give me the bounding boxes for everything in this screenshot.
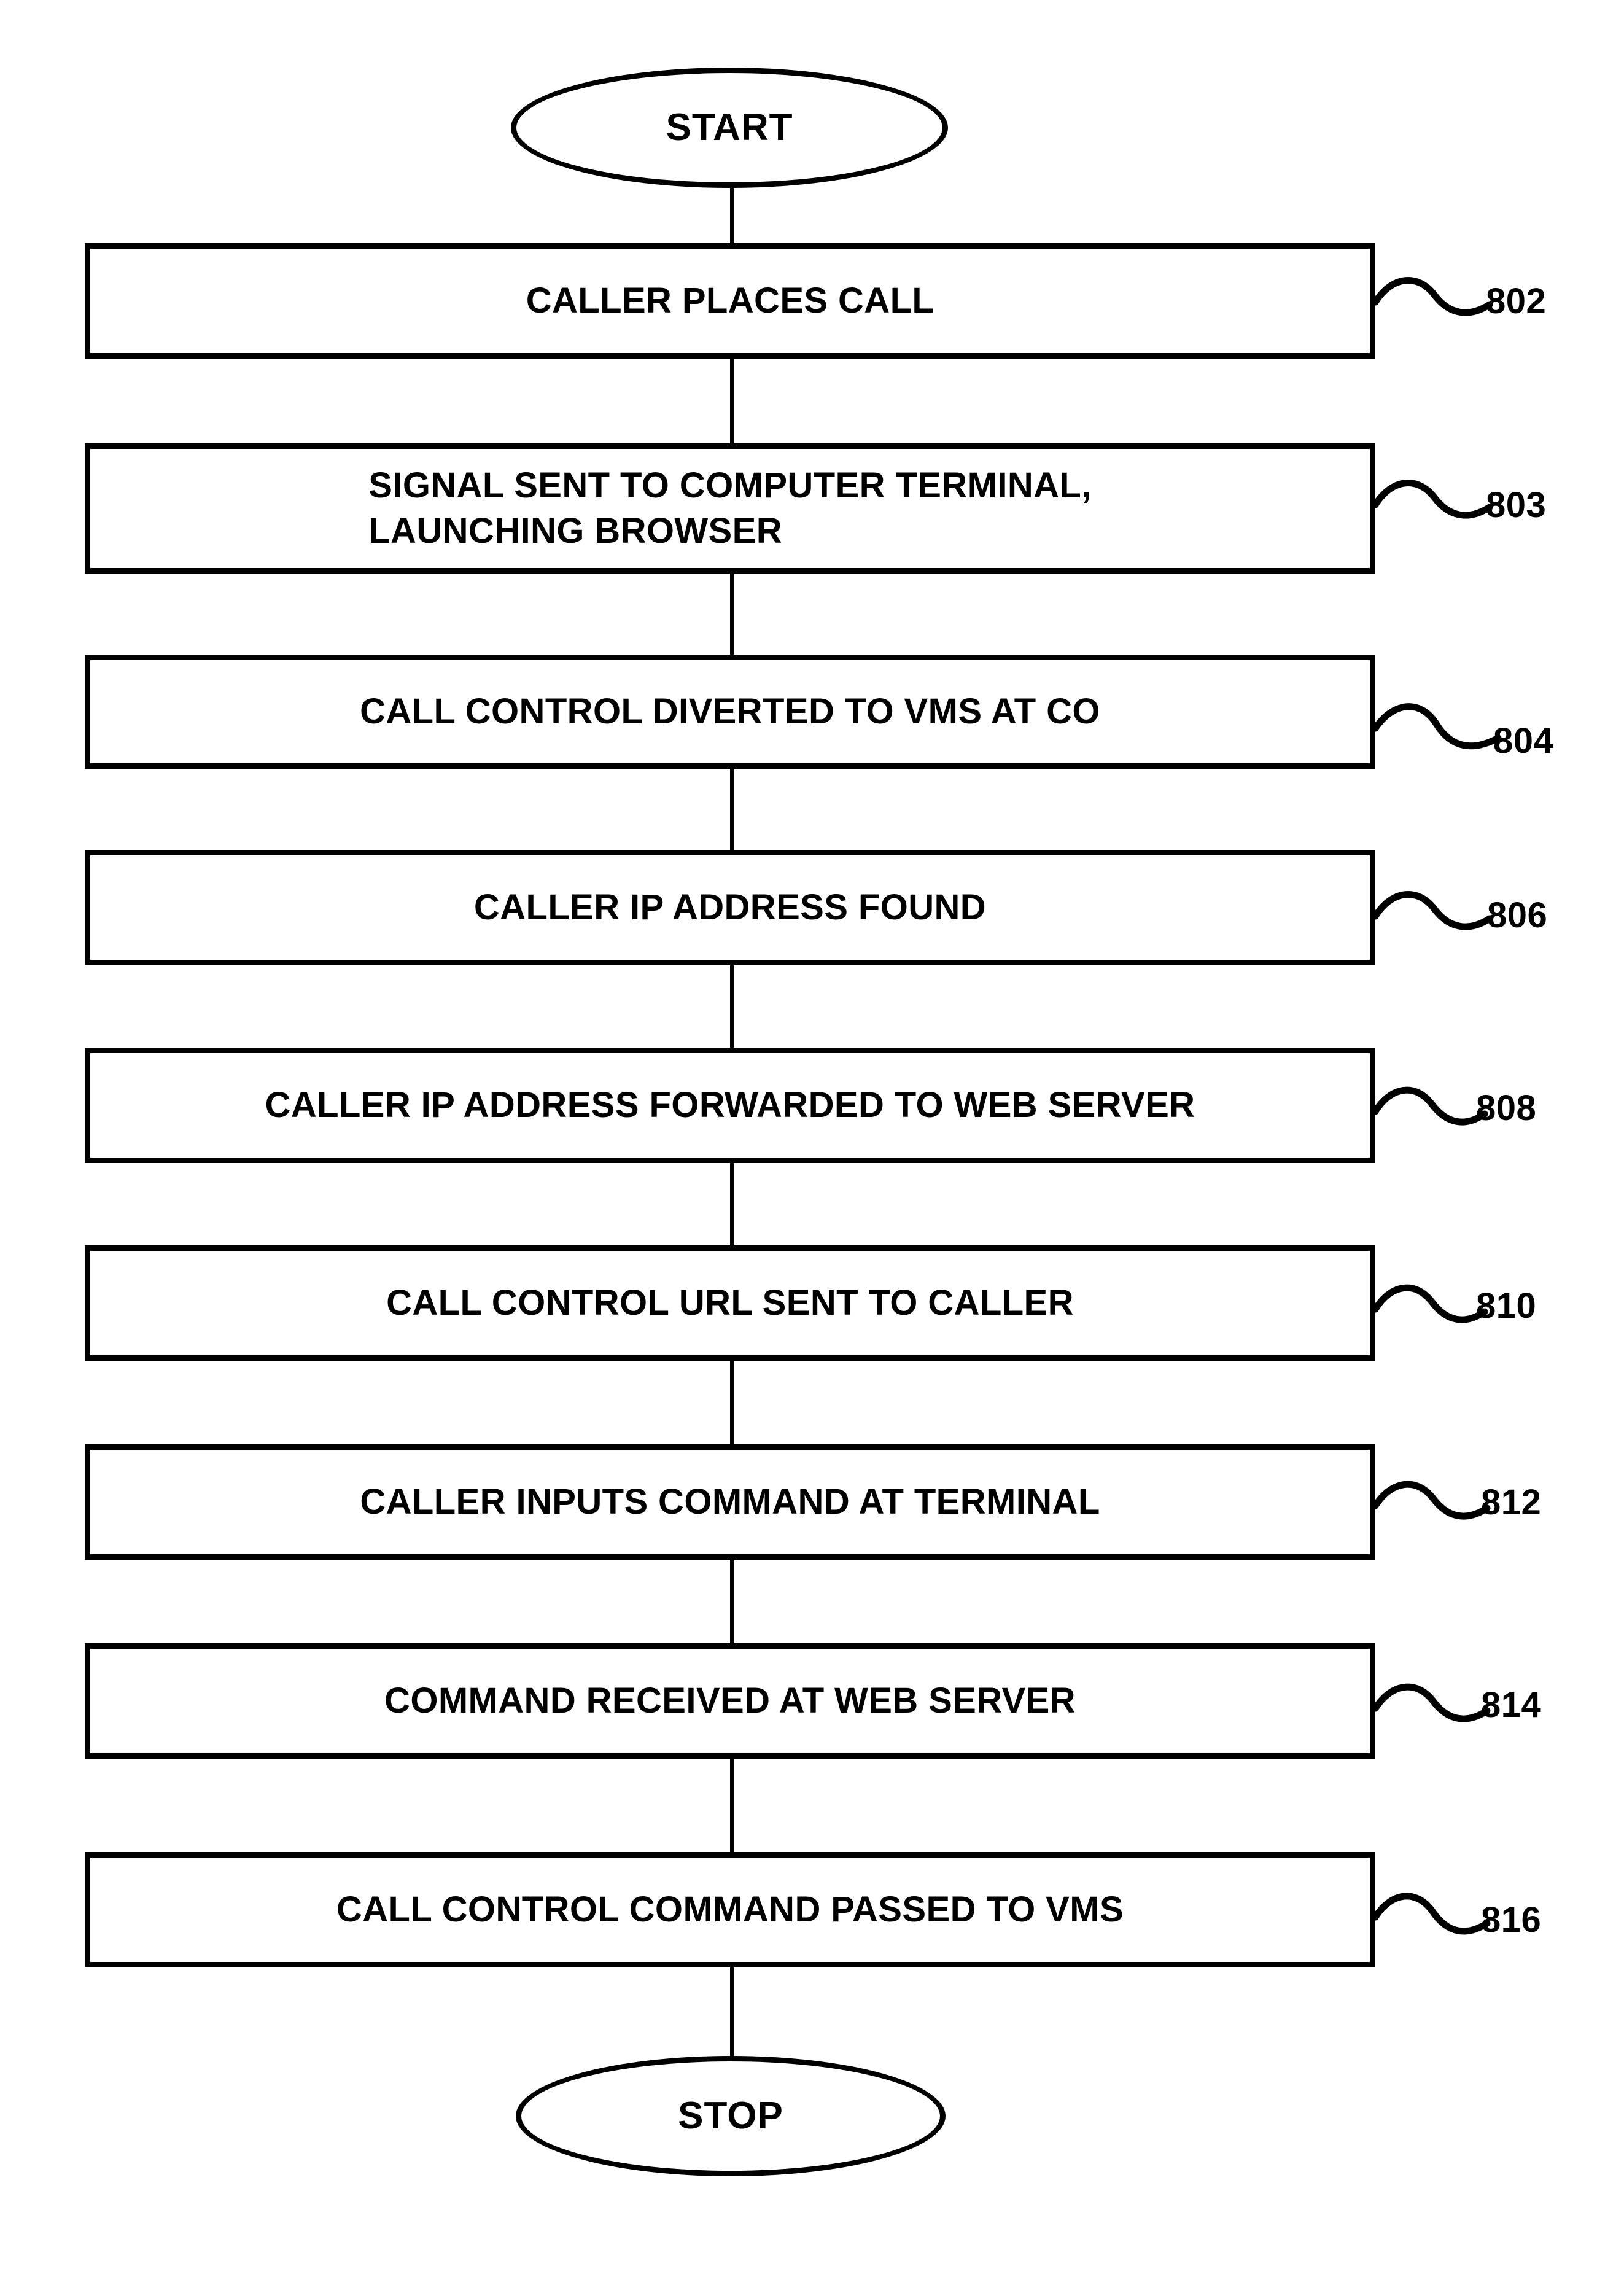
start-terminator-label: START [666, 106, 793, 149]
start-terminator: START [511, 68, 948, 188]
reference-number-804: 804 [1493, 721, 1554, 761]
connector-812-to-814 [730, 1560, 734, 1643]
reference-number-808: 808 [1476, 1088, 1537, 1128]
stop-terminator: STOP [516, 2056, 946, 2176]
reference-number-802: 802 [1486, 281, 1547, 321]
process-box-803: SIGNAL SENT TO COMPUTER TERMINAL, LAUNCH… [85, 443, 1375, 574]
process-box-806-label: CALLER IP ADDRESS FOUND [473, 887, 987, 927]
callout-squiggle-816 [1372, 1893, 1491, 1935]
process-box-814-label: COMMAND RECEIVED AT WEB SERVER [384, 1680, 1076, 1721]
callout-squiggle-812 [1372, 1481, 1491, 1520]
process-box-812: CALLER INPUTS COMMAND AT TERMINAL [85, 1444, 1375, 1560]
process-box-808: CALLER IP ADDRESS FORWARDED TO WEB SERVE… [85, 1048, 1375, 1163]
callout-squiggle-810 [1372, 1284, 1488, 1323]
reference-number-803: 803 [1486, 485, 1547, 525]
process-box-816-label: CALL CONTROL COMMAND PASSED TO VMS [336, 1889, 1124, 1929]
process-box-804: CALL CONTROL DIVERTED TO VMS AT CO [85, 655, 1375, 769]
callout-squiggle-806 [1372, 891, 1493, 930]
callout-squiggle-814 [1372, 1683, 1491, 1722]
reference-number-806: 806 [1487, 895, 1548, 935]
process-box-814: COMMAND RECEIVED AT WEB SERVER [85, 1643, 1375, 1759]
process-box-806: CALLER IP ADDRESS FOUND [85, 850, 1375, 965]
process-box-802: CALLER PLACES CALL [85, 243, 1375, 359]
reference-number-810: 810 [1476, 1286, 1537, 1326]
callout-squiggle-802 [1372, 277, 1493, 316]
reference-number-814: 814 [1481, 1685, 1542, 1725]
connector-806-to-808 [730, 965, 734, 1048]
flowchart-diagram: START CALLER PLACES CALL 802 SIGNAL SENT… [0, 0, 1624, 2269]
connector-start-to-802 [730, 184, 734, 246]
process-box-810: CALL CONTROL URL SENT TO CALLER [85, 1245, 1375, 1361]
connector-808-to-810 [730, 1163, 734, 1245]
callout-squiggle-804 [1372, 703, 1502, 750]
connector-814-to-816 [730, 1759, 734, 1852]
process-box-812-label: CALLER INPUTS COMMAND AT TERMINAL [360, 1481, 1100, 1522]
process-box-808-label: CALLER IP ADDRESS FORWARDED TO WEB SERVE… [265, 1084, 1195, 1125]
connector-804-to-806 [730, 769, 734, 850]
reference-number-812: 812 [1481, 1482, 1542, 1522]
process-box-816: CALL CONTROL COMMAND PASSED TO VMS [85, 1852, 1375, 1967]
reference-number-816: 816 [1481, 1900, 1542, 1940]
process-box-802-label: CALLER PLACES CALL [526, 280, 934, 321]
connector-810-to-812 [730, 1361, 734, 1444]
process-box-810-label: CALL CONTROL URL SENT TO CALLER [386, 1282, 1074, 1323]
process-box-804-label: CALL CONTROL DIVERTED TO VMS AT CO [360, 691, 1100, 731]
callout-squiggle-808 [1372, 1086, 1488, 1126]
connector-802-to-803 [730, 359, 734, 443]
process-box-803-label: SIGNAL SENT TO COMPUTER TERMINAL, LAUNCH… [368, 465, 1092, 551]
stop-terminator-label: STOP [678, 2095, 783, 2137]
connector-803-to-804 [730, 574, 734, 655]
connector-816-to-stop [730, 1967, 734, 2060]
callout-squiggle-803 [1372, 480, 1493, 519]
